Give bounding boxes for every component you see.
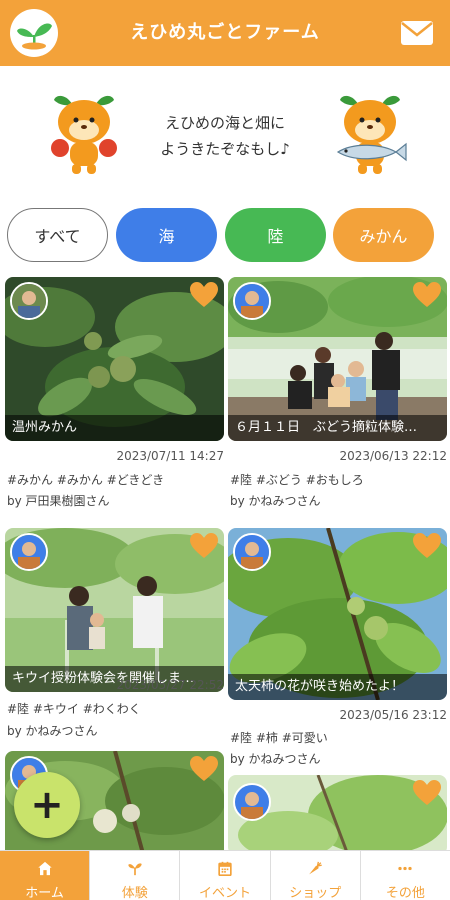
mail-icon[interactable] [400,20,434,46]
post-photo[interactable] [228,775,447,855]
author-avatar [10,282,48,320]
nav-home-label: ホーム [25,886,64,900]
nav-shop-tab[interactable]: ショップ [271,851,361,900]
filter-mikan-button[interactable]: みかん [333,208,434,262]
nav-event-tab[interactable]: イベント [180,851,271,900]
sprout-icon [128,863,142,876]
favorite-heart-icon[interactable] [190,756,218,782]
favorite-heart-icon[interactable] [190,282,218,308]
category-filters: すべて 海 陸 みかん [0,208,450,264]
post-tags: #陸 #ぶどう #おもしろ [230,473,364,487]
mikan-mascot-boxing-image [44,90,124,180]
author-avatar [233,533,271,571]
more-icon [398,866,413,871]
welcome-banner: えひめの海と畑に ようきたぞなもし♪ [0,66,450,196]
favorite-heart-icon[interactable] [190,533,218,559]
filter-sea-button[interactable]: 海 [116,208,217,262]
author-avatar [10,533,48,571]
post-photo[interactable]: ６月１１日 ぶどう摘粒体験… [228,277,447,441]
author-avatar [233,783,271,821]
post-title: ６月１１日 ぶどう摘粒体験… [228,415,447,441]
post-photo[interactable]: 温州みかん [5,277,224,441]
post-date: 2023/05/16 23:12 [339,708,447,722]
post-date: 2023/07/11 14:27 [116,449,224,463]
nav-more-tab[interactable]: その他 [361,851,450,900]
post-title: 太天柿の花が咲き始めたよ！ [228,674,447,700]
nav-experience-tab[interactable]: 体験 [90,851,181,900]
nav-home-tab[interactable]: ホーム [0,851,91,900]
mikan-mascot-fish-image [330,90,410,180]
favorite-heart-icon[interactable] [413,780,441,806]
favorite-heart-icon[interactable] [413,282,441,308]
author-avatar [233,282,271,320]
post-tags: #陸 #柿 #可愛い [230,731,328,745]
nav-more-label: その他 [385,886,425,900]
post-author: by かねみつさん [7,724,98,738]
favorite-heart-icon[interactable] [413,533,441,559]
carrot-icon [309,861,323,875]
nav-event-label: イベント [199,886,252,900]
welcome-message: えひめの海と畑に ようきたぞなもし♪ [120,110,330,162]
filter-land-button[interactable]: 陸 [225,208,326,262]
post-photo[interactable]: 太天柿の花が咲き始めたよ！ [228,528,447,700]
post-tags: #陸 #キウイ #わくわく [7,702,141,716]
post-title: 温州みかん [5,415,224,441]
welcome-line-1: えひめの海と畑に [164,114,285,132]
post-date: 2023/05/27 22:52 [116,678,224,692]
add-post-button[interactable]: + [14,772,80,838]
post-author: by 戸田果樹園さん [7,494,110,508]
app-title: えひめ丸ごとファーム [130,22,320,43]
bottom-navigation: ホーム 体験 イベント ショップ その他 [0,850,450,900]
app-header: えひめ丸ごとファーム [0,0,450,66]
post-author: by かねみつさん [230,494,321,508]
nav-shop-label: ショップ [289,886,342,900]
post-tags: #みかん #みかん #どきどき [7,473,165,487]
calendar-icon [218,861,232,876]
nav-experience-label: 体験 [121,886,148,900]
home-icon [37,861,52,876]
welcome-line-2: ようきたぞなもし♪ [160,140,290,158]
post-date: 2023/06/13 22:12 [339,449,447,463]
post-author: by かねみつさん [230,752,321,766]
filter-all-button[interactable]: すべて [7,208,108,262]
post-photo[interactable]: キウイ授粉体験会を開催しま… [5,528,224,692]
